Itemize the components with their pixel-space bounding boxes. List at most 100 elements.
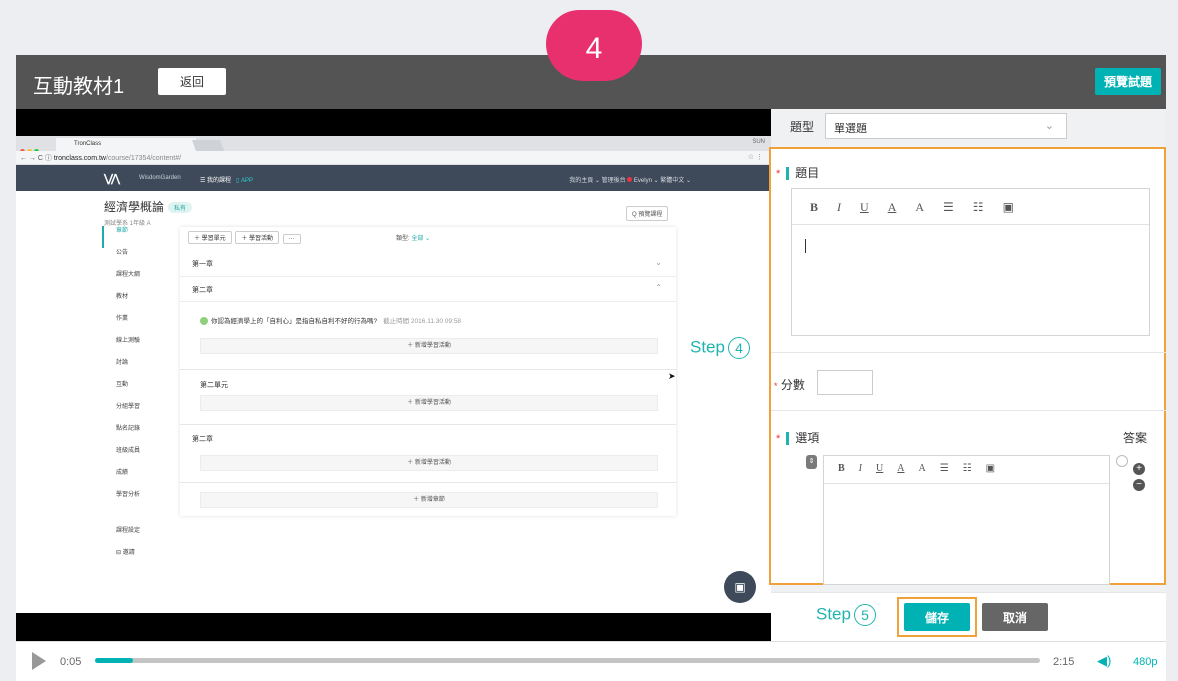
drag-handle-icon[interactable]: ⇕: [806, 455, 817, 469]
font-size-icon[interactable]: A: [918, 463, 925, 474]
editor-toolbar: B I U A A ☰ ☷ ▣: [792, 189, 1149, 225]
chapter-row[interactable]: 第一章 ⌄: [180, 249, 676, 277]
duration: 2:15: [1053, 656, 1075, 668]
url-path: /course/17354/content#/: [105, 155, 182, 162]
current-time: 0:05: [60, 656, 82, 668]
add-activity-box[interactable]: ＋ 新增學習活動: [200, 455, 658, 471]
bold-icon[interactable]: B: [838, 463, 845, 474]
nav-app[interactable]: ▯ APP: [236, 178, 253, 184]
ordered-list-icon[interactable]: ☰: [943, 200, 954, 215]
ordered-list-icon[interactable]: ☰: [940, 463, 949, 474]
add-unit-button[interactable]: ＋ 學習單元: [188, 231, 232, 244]
type-filter[interactable]: 類型: 全部 ⌄: [396, 233, 430, 242]
sidebar-item-discussion[interactable]: 討論: [102, 358, 162, 380]
option-rich-editor[interactable]: B I U A A ☰ ☷ ▣: [823, 455, 1110, 585]
new-tab[interactable]: [191, 140, 225, 151]
seek-progress: [95, 658, 133, 663]
chapter-row[interactable]: 第二章 ⌃: [180, 277, 676, 302]
score-input[interactable]: [817, 370, 873, 395]
sidebar-item-materials[interactable]: 教材: [102, 292, 162, 314]
bold-icon[interactable]: B: [810, 200, 818, 215]
notification-icon[interactable]: [627, 177, 633, 182]
quality-selector[interactable]: 480p: [1133, 656, 1157, 668]
site-nav: ⋁⋀ WisdomGarden ☰ 我的課程 ▯ APP 我的主頁 ⌄ 管理後台 …: [16, 165, 771, 191]
options-label: * 選項: [776, 429, 819, 446]
sidebar-item-homework[interactable]: 作業: [102, 314, 162, 336]
font-size-icon[interactable]: A: [915, 200, 924, 215]
add-chapter-box[interactable]: ＋ 新增章節: [200, 492, 658, 508]
sidebar-item-chapters[interactable]: 章節: [102, 226, 162, 248]
sidebar-item-grades[interactable]: 成績: [102, 468, 162, 490]
preview-questions-button[interactable]: 預覽試題: [1095, 68, 1161, 95]
add-activity-button[interactable]: ＋ 學習活動: [235, 231, 280, 244]
font-color-icon[interactable]: A: [888, 200, 897, 215]
play-icon[interactable]: [32, 652, 46, 670]
chevron-down-icon[interactable]: ⌄: [655, 258, 662, 267]
text-cursor: [805, 239, 806, 253]
address-bar[interactable]: ← → C ⓘ tronclass.com.tw/course/17354/co…: [16, 151, 771, 165]
nav-arrows-icon: ← → C ⓘ: [20, 155, 54, 162]
page-title: 互動教材1: [33, 76, 125, 98]
required-mark: *: [776, 168, 781, 180]
nav-courses[interactable]: ☰ 我的課程 ▯ APP: [200, 175, 253, 184]
unit-label: 第二單元: [200, 382, 228, 389]
sidebar-item-syllabus[interactable]: 課程大綱: [102, 270, 162, 292]
star-icon: ☆ ⋮: [747, 154, 763, 161]
unordered-list-icon[interactable]: ☷: [963, 463, 972, 474]
filter-value[interactable]: 全部 ⌄: [411, 236, 430, 242]
seek-bar[interactable]: [95, 658, 1040, 663]
score-label-text: 分數: [780, 378, 805, 392]
divider: [180, 424, 676, 425]
add-option-icon[interactable]: +: [1133, 463, 1145, 475]
browser-tab[interactable]: TronClass: [56, 138, 196, 151]
question-type-select[interactable]: 單選題 ⌄: [825, 113, 1067, 139]
back-button[interactable]: 返回: [158, 68, 226, 95]
unordered-list-icon[interactable]: ☷: [973, 200, 984, 215]
sidebar-item-invite[interactable]: ⊟ 邀請: [102, 548, 162, 570]
step-text: Step: [816, 604, 851, 624]
question-label: * 題目: [776, 164, 819, 181]
volume-icon[interactable]: ◀): [1097, 653, 1111, 669]
remove-option-icon[interactable]: −: [1133, 479, 1145, 491]
course-title-text: 經濟學概論: [104, 200, 165, 214]
underline-icon[interactable]: U: [876, 463, 883, 474]
sidebar-item-announcements[interactable]: 公告: [102, 248, 162, 270]
font-color-icon[interactable]: A: [897, 463, 904, 474]
sidebar-item-members[interactable]: 班級成員: [102, 446, 162, 468]
underline-icon[interactable]: U: [860, 200, 869, 215]
filter-label: 類型:: [396, 236, 410, 242]
chevron-up-icon[interactable]: ⌃: [655, 283, 662, 292]
cancel-button[interactable]: 取消: [982, 603, 1048, 631]
more-button[interactable]: ···: [282, 234, 301, 244]
activity-title: 你認為經濟學上的「自利心」是指自私自利不好的行為嗎?: [211, 318, 378, 325]
nav-courses-label: ☰ 我的課程: [200, 178, 232, 184]
divider: [771, 352, 1166, 353]
activity-item[interactable]: 你認為經濟學上的「自利心」是指自私自利不好的行為嗎? 截止時間 2016.11.3…: [200, 315, 461, 326]
answer-radio[interactable]: [1116, 455, 1128, 467]
nav-right[interactable]: 我的主頁 ⌄ 管理後台 Evelyn ⌄ 繁體中文 ⌄: [569, 175, 691, 184]
add-activity-box[interactable]: ＋ 新增學習活動: [200, 338, 658, 354]
course-content: ＋ 學習單元 ＋ 學習活動 ··· 類型: 全部 ⌄ 第一章 ⌄ 第二章 ⌃ 你認為…: [180, 227, 676, 516]
italic-icon[interactable]: I: [859, 463, 862, 474]
save-button[interactable]: 儲存: [904, 603, 970, 631]
chat-icon[interactable]: ▣: [724, 571, 756, 603]
user-menu[interactable]: Evelyn ⌄ 繁體中文 ⌄: [634, 178, 691, 184]
sidebar-item-interactive[interactable]: 互動: [102, 380, 162, 402]
divider: [771, 410, 1166, 411]
preview-course-button[interactable]: Q 預覽課程: [626, 206, 669, 221]
sidebar-item-quizzes[interactable]: 線上測驗: [102, 336, 162, 358]
course-sidebar: 章節 公告 課程大綱 教材 作業 線上測驗 討論 互動 分組學習 點名記錄 班級…: [102, 226, 162, 570]
add-activity-box[interactable]: ＋ 新增學習活動: [200, 395, 658, 411]
question-rich-editor[interactable]: B I U A A ☰ ☷ ▣: [791, 188, 1150, 336]
sidebar-item-groups[interactable]: 分組學習: [102, 402, 162, 424]
brand-name: WisdomGarden: [139, 175, 181, 181]
italic-icon[interactable]: I: [837, 200, 841, 215]
chevron-down-icon: ⌄: [1044, 120, 1054, 132]
sidebar-item-settings[interactable]: 課程設定: [102, 526, 162, 548]
sidebar-item-attendance[interactable]: 點名記錄: [102, 424, 162, 446]
question-label-text: 題目: [795, 166, 820, 180]
image-icon[interactable]: ▣: [1003, 200, 1014, 215]
image-icon[interactable]: ▣: [986, 463, 995, 474]
status-badge: 私有: [168, 202, 193, 214]
sidebar-item-analytics[interactable]: 學習分析: [102, 490, 162, 512]
